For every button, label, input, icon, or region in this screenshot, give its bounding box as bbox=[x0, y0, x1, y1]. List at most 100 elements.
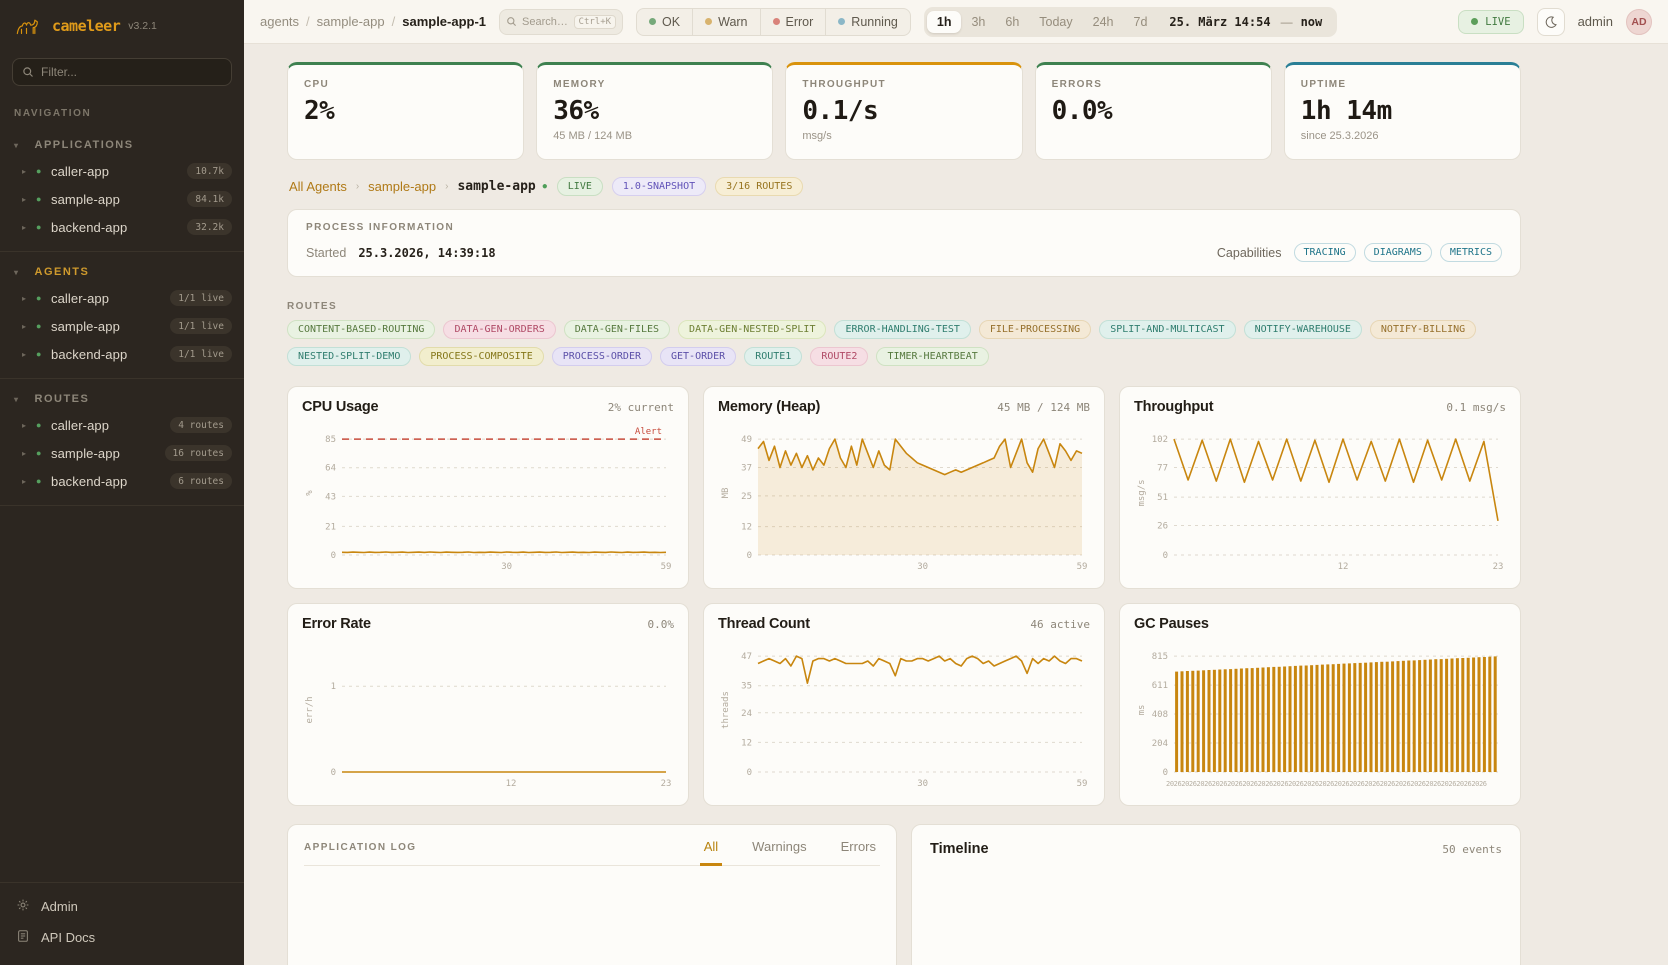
moon-icon bbox=[1544, 15, 1558, 29]
count-badge: 1/1 live bbox=[170, 346, 232, 362]
nav-section-applications[interactable]: ▾APPLICATIONS bbox=[0, 131, 244, 157]
svg-text:815: 815 bbox=[1152, 652, 1168, 662]
search-box[interactable]: Ctrl+K bbox=[499, 9, 623, 35]
svg-text:21: 21 bbox=[325, 522, 336, 532]
sidebar-item-agents-backend-app[interactable]: ▸●backend-app1/1 live bbox=[0, 340, 244, 368]
main-area: agents/sample-app/sample-app-1 Ctrl+K OK… bbox=[244, 0, 1668, 965]
capability-badge-metrics[interactable]: METRICS bbox=[1440, 243, 1502, 262]
svg-text:30: 30 bbox=[501, 562, 512, 572]
date-range-to[interactable]: now bbox=[1295, 15, 1335, 29]
sidebar-item-label: caller-app bbox=[51, 164, 187, 179]
log-tabs: All Warnings Errors bbox=[700, 839, 880, 865]
route-badge-route2[interactable]: ROUTE2 bbox=[810, 347, 868, 366]
status-filter-label: Error bbox=[786, 15, 814, 29]
theme-toggle-button[interactable] bbox=[1537, 8, 1565, 36]
breadcrumb-item-agents[interactable]: agents bbox=[260, 14, 299, 29]
status-filter-error[interactable]: Error bbox=[761, 9, 827, 35]
nav-section-agents[interactable]: ▾AGENTS bbox=[0, 258, 244, 284]
agent-badge-live[interactable]: LIVE bbox=[557, 177, 603, 196]
log-tab-errors[interactable]: Errors bbox=[837, 839, 880, 866]
route-badge-error-handling-test[interactable]: ERROR-HANDLING-TEST bbox=[834, 320, 970, 339]
route-badge-data-gen-nested-split[interactable]: DATA-GEN-NESTED-SPLIT bbox=[678, 320, 826, 339]
filter-box[interactable] bbox=[12, 58, 232, 86]
sidebar-item-applications-caller-app[interactable]: ▸●caller-app10.7k bbox=[0, 157, 244, 185]
svg-text:49: 49 bbox=[741, 435, 752, 445]
status-filter-running[interactable]: Running bbox=[826, 9, 910, 35]
date-range-from[interactable]: 25. März 14:54 bbox=[1157, 15, 1278, 29]
log-tab-warnings[interactable]: Warnings bbox=[748, 839, 810, 866]
log-tab-all[interactable]: All bbox=[700, 839, 722, 866]
status-filter-warn[interactable]: Warn bbox=[693, 9, 760, 35]
svg-text:25: 25 bbox=[741, 492, 752, 502]
sidebar-item-agents-caller-app[interactable]: ▸●caller-app1/1 live bbox=[0, 284, 244, 312]
svg-text:23: 23 bbox=[661, 779, 672, 789]
live-badge[interactable]: LIVE bbox=[1458, 10, 1523, 34]
process-info-card: PROCESS INFORMATION Started 25.3.2026, 1… bbox=[287, 209, 1521, 277]
time-range-7d[interactable]: 7d bbox=[1124, 11, 1158, 33]
search-icon bbox=[506, 16, 517, 27]
route-badge-get-order[interactable]: GET-ORDER bbox=[660, 347, 736, 366]
time-range-24h[interactable]: 24h bbox=[1083, 11, 1124, 33]
docs-icon bbox=[16, 929, 30, 946]
time-range-1h[interactable]: 1h bbox=[927, 11, 962, 33]
route-badge-process-order[interactable]: PROCESS-ORDER bbox=[552, 347, 652, 366]
sidebar-item-routes-sample-app[interactable]: ▸●sample-app16 routes bbox=[0, 439, 244, 467]
route-badge-split-and-multicast[interactable]: SPLIT-AND-MULTICAST bbox=[1099, 320, 1235, 339]
capability-badge-diagrams[interactable]: DIAGRAMS bbox=[1364, 243, 1432, 262]
top-header: agents/sample-app/sample-app-1 Ctrl+K OK… bbox=[244, 0, 1668, 44]
agent-badge-3-16-routes[interactable]: 3/16 ROUTES bbox=[715, 177, 803, 196]
sidebar-footer-admin[interactable]: Admin bbox=[10, 891, 234, 922]
breadcrumb-item-sample-app-1[interactable]: sample-app-1 bbox=[402, 14, 486, 29]
stat-card-throughput: THROUGHPUT0.1/smsg/s bbox=[785, 62, 1022, 160]
chevron-down-icon: ▾ bbox=[14, 141, 20, 150]
nav-section-routes[interactable]: ▾ROUTES bbox=[0, 385, 244, 411]
sidebar-footer-api-docs[interactable]: API Docs bbox=[10, 922, 234, 953]
sidebar-item-routes-caller-app[interactable]: ▸●caller-app4 routes bbox=[0, 411, 244, 439]
sidebar-item-applications-backend-app[interactable]: ▸●backend-app32.2k bbox=[0, 213, 244, 241]
time-range-group: 1h3h6hToday24h7d25. März 14:54—now bbox=[924, 7, 1337, 37]
sidebar-item-routes-backend-app[interactable]: ▸●backend-app6 routes bbox=[0, 467, 244, 495]
svg-text:26: 26 bbox=[1157, 522, 1168, 532]
count-badge: 16 routes bbox=[165, 445, 232, 461]
route-badge-data-gen-orders[interactable]: DATA-GEN-ORDERS bbox=[443, 320, 555, 339]
time-range-6h[interactable]: 6h bbox=[995, 11, 1029, 33]
search-input[interactable] bbox=[522, 16, 568, 28]
chart-title: Memory (Heap) bbox=[718, 399, 820, 415]
agent-breadcrumb-bar: All Agents›sample-app›sample-app●LIVE1.0… bbox=[289, 177, 1519, 196]
time-range-today[interactable]: Today bbox=[1029, 11, 1082, 33]
route-badge-route1[interactable]: ROUTE1 bbox=[744, 347, 802, 366]
svg-text:102: 102 bbox=[1152, 435, 1168, 445]
route-badge-notify-billing[interactable]: NOTIFY-BILLING bbox=[1370, 320, 1476, 339]
svg-text:12: 12 bbox=[741, 738, 752, 748]
time-range-3h[interactable]: 3h bbox=[961, 11, 995, 33]
svg-text:30: 30 bbox=[917, 562, 928, 572]
agent-crumb-sample-app[interactable]: sample-app bbox=[368, 179, 436, 194]
sidebar-item-applications-sample-app[interactable]: ▸●sample-app84.1k bbox=[0, 185, 244, 213]
agent-badge-1-0-snapshot[interactable]: 1.0-SNAPSHOT bbox=[612, 177, 706, 196]
breadcrumb-item-sample-app[interactable]: sample-app bbox=[317, 14, 385, 29]
status-filter-ok[interactable]: OK bbox=[637, 9, 693, 35]
sidebar-item-label: sample-app bbox=[51, 446, 165, 461]
route-badge-content-based-routing[interactable]: CONTENT-BASED-ROUTING bbox=[287, 320, 435, 339]
chevron-right-icon: ▸ bbox=[22, 195, 36, 204]
route-badge-timer-heartbeat[interactable]: TIMER-HEARTBEAT bbox=[876, 347, 988, 366]
svg-text:0: 0 bbox=[747, 768, 752, 778]
route-badge-process-composite[interactable]: PROCESS-COMPOSITE bbox=[419, 347, 543, 366]
filter-input[interactable] bbox=[41, 65, 222, 79]
status-filter-label: OK bbox=[662, 15, 680, 29]
sidebar-item-label: backend-app bbox=[51, 347, 170, 362]
avatar[interactable]: AD bbox=[1626, 9, 1652, 35]
agent-crumb-all-agents[interactable]: All Agents bbox=[289, 179, 347, 194]
capability-badge-tracing[interactable]: TRACING bbox=[1294, 243, 1356, 262]
route-badge-notify-warehouse[interactable]: NOTIFY-WAREHOUSE bbox=[1244, 320, 1362, 339]
svg-text:%: % bbox=[305, 490, 315, 496]
route-badge-data-gen-files[interactable]: DATA-GEN-FILES bbox=[564, 320, 670, 339]
route-badge-nested-split-demo[interactable]: NESTED-SPLIT-DEMO bbox=[287, 347, 411, 366]
sidebar-footer: AdminAPI Docs bbox=[0, 882, 244, 965]
stat-value: 0.1/s bbox=[802, 96, 1005, 126]
app-logo: cameleer v3.2.1 bbox=[0, 0, 244, 50]
count-badge: 4 routes bbox=[170, 417, 232, 433]
chevron-right-icon: ▸ bbox=[22, 223, 36, 232]
route-badge-file-processing[interactable]: FILE-PROCESSING bbox=[979, 320, 1091, 339]
sidebar-item-agents-sample-app[interactable]: ▸●sample-app1/1 live bbox=[0, 312, 244, 340]
